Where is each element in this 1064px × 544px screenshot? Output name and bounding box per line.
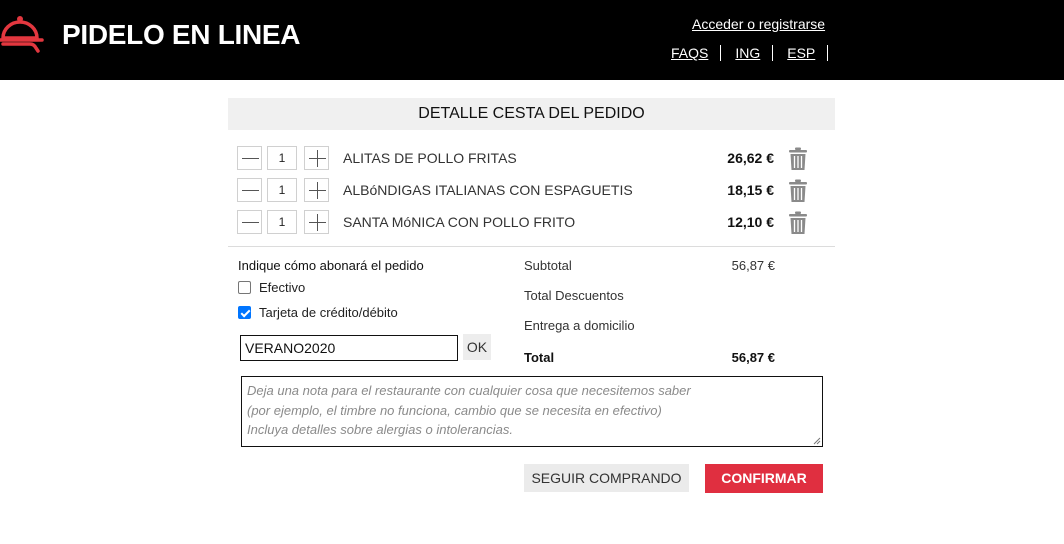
brand-title: PIDELO EN LINEA [62,19,301,50]
trash-icon[interactable] [788,147,808,171]
header-bar: PIDELO EN LINEA Acceder o registrarse FA… [0,0,1064,80]
trash-icon[interactable] [788,211,808,235]
decrease-qty-button[interactable] [237,178,262,202]
total-label: Total [524,350,555,365]
coupon-input[interactable]: VERANO2020 [240,335,458,361]
item-price: 18,15 € [727,182,774,198]
qty-input[interactable]: 1 [267,178,297,202]
payment-method-title: Indique cómo abonará el pedido [238,258,424,273]
item-price: 12,10 € [727,214,774,230]
increase-qty-button[interactable] [304,210,329,234]
top-nav: FAQS ING ESP [671,44,829,62]
cart-item-row: 1 ALBóNDIGAS ITALIANAS CON ESPAGUETIS 18… [237,178,827,202]
continue-shopping-button[interactable]: SEGUIR COMPRANDO [524,464,689,492]
trash-icon[interactable] [788,179,808,203]
increase-qty-button[interactable] [304,146,329,170]
nav-lang-es-link[interactable]: ESP [787,45,829,61]
subtotal-value: 56,87 € [731,258,775,273]
item-name: SANTA MóNICA CON POLLO FRITO [343,214,576,230]
cash-checkbox[interactable] [238,281,251,294]
payment-option-card[interactable]: Tarjeta de crédito/débito [238,305,398,320]
apply-coupon-button[interactable]: OK [463,334,491,360]
qty-input[interactable]: 1 [267,146,297,170]
subtotal-label: Subtotal [524,258,572,273]
item-name: ALITAS DE POLLO FRITAS [343,150,517,166]
cash-label: Efectivo [259,280,306,295]
card-checkbox[interactable] [238,306,251,319]
item-name: ALBóNDIGAS ITALIANAS CON ESPAGUETIS [343,182,633,198]
decrease-qty-button[interactable] [237,146,262,170]
item-price: 26,62 € [727,150,774,166]
delivery-label: Entrega a domicilio [524,318,635,333]
note-placeholder-line: Deja una nota para el restaurante con cu… [247,383,691,398]
note-placeholder-line: (por ejemplo, el timbre no funciona, cam… [247,402,662,418]
qty-input[interactable]: 1 [267,210,297,234]
cart-panel: DETALLE CESTA DEL PEDIDO 1 ALITAS DE POL… [228,98,835,493]
cart-item-row: 1 SANTA MóNICA CON POLLO FRITO 12,10 € [237,210,827,234]
card-label: Tarjeta de crédito/débito [259,305,398,320]
food-cloche-icon [0,16,44,53]
increase-qty-button[interactable] [304,178,329,202]
payment-option-cash[interactable]: Efectivo [238,280,305,295]
decrease-qty-button[interactable] [237,210,262,234]
nav-faqs-link[interactable]: FAQS [671,45,722,61]
login-register-link[interactable]: Acceder o registrarse [692,16,825,32]
restaurant-note-textarea[interactable]: Deja una nota para el restaurante con cu… [241,376,823,447]
total-value: 56,87 € [731,350,775,365]
cart-title: DETALLE CESTA DEL PEDIDO [228,98,835,130]
confirm-order-button[interactable]: CONFIRMAR [705,464,823,493]
divider [228,246,835,247]
resize-grip-icon[interactable] [813,437,821,445]
cart-item-row: 1 ALITAS DE POLLO FRITAS 26,62 € [237,146,827,170]
nav-lang-en-link[interactable]: ING [735,45,774,61]
note-placeholder-line: Incluya detalles sobre alergias o intole… [247,422,513,437]
discounts-label: Total Descuentos [524,288,624,303]
